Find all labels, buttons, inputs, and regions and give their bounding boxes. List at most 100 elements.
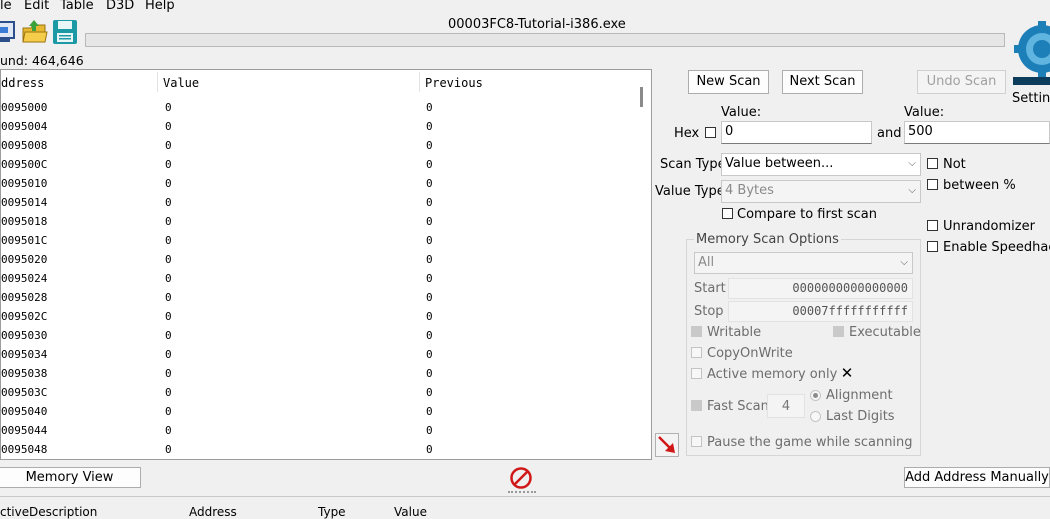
address-cell: 0095008 bbox=[1, 139, 48, 152]
table-row[interactable]: 0095008 0 0 bbox=[1, 136, 637, 155]
value-cell: 0 bbox=[165, 101, 172, 114]
value-cell: 0 bbox=[165, 443, 172, 456]
menu-file[interactable]: le bbox=[0, 0, 12, 13]
unrandomizer-checkbox[interactable] bbox=[927, 220, 938, 231]
add-address-manually-button[interactable]: Add Address Manually bbox=[904, 467, 1050, 488]
stop-address-input[interactable]: 00007fffffffffff bbox=[728, 301, 913, 322]
table-row[interactable]: 009502C 0 0 bbox=[1, 307, 637, 326]
table-row[interactable]: 0095028 0 0 bbox=[1, 288, 637, 307]
header-value[interactable]: Value bbox=[163, 76, 199, 90]
value-type-value: 4 Bytes bbox=[725, 183, 774, 198]
clear-list-icon[interactable] bbox=[509, 466, 533, 490]
undo-scan-button[interactable]: Undo Scan bbox=[917, 70, 1006, 94]
start-address-input[interactable]: 0000000000000000 bbox=[728, 278, 913, 299]
table-row[interactable]: 0095030 0 0 bbox=[1, 326, 637, 345]
fast-scan-label: Fast Scan bbox=[707, 399, 769, 414]
table-row[interactable]: 0095044 0 0 bbox=[1, 421, 637, 440]
executable-checkbox[interactable] bbox=[833, 326, 844, 337]
last-digits-radio[interactable] bbox=[810, 411, 821, 422]
table-row[interactable]: 0095048 0 0 bbox=[1, 440, 637, 459]
address-cell: 0095040 bbox=[1, 405, 48, 418]
value-cell: 0 bbox=[165, 367, 172, 380]
previous-cell: 0 bbox=[426, 329, 433, 342]
header-type[interactable]: Type bbox=[318, 505, 346, 519]
menu-edit[interactable]: Edit bbox=[24, 0, 49, 13]
table-row[interactable]: 0095018 0 0 bbox=[1, 212, 637, 231]
table-row[interactable]: 0095038 0 0 bbox=[1, 364, 637, 383]
chevron-down-icon: ⌵ bbox=[900, 257, 908, 268]
address-cell: 0095030 bbox=[1, 329, 48, 342]
copy-on-write-checkbox[interactable] bbox=[691, 347, 702, 358]
address-cell: 0095000 bbox=[1, 101, 48, 114]
menu-table[interactable]: Table bbox=[60, 0, 94, 13]
unrandomizer-label: Unrandomizer bbox=[943, 219, 1035, 234]
previous-cell: 0 bbox=[426, 196, 433, 209]
scan-results-list[interactable]: ddress Value Previous 0095000 0 0 0095004 0 0… bbox=[0, 69, 652, 460]
save-icon[interactable] bbox=[51, 18, 79, 46]
header-address[interactable]: ddress bbox=[1, 76, 44, 90]
speedhack-checkbox[interactable] bbox=[927, 241, 938, 252]
divider bbox=[0, 496, 1050, 497]
memory-view-button[interactable]: Memory View bbox=[0, 467, 141, 488]
previous-cell: 0 bbox=[426, 158, 433, 171]
previous-cell: 0 bbox=[426, 234, 433, 247]
new-scan-button[interactable]: New Scan bbox=[688, 70, 769, 94]
process-list-icon[interactable] bbox=[0, 18, 20, 46]
scan-type-select[interactable]: Value between... ⌵ bbox=[721, 153, 921, 176]
value-input-2[interactable]: 500 bbox=[904, 121, 1050, 144]
header-active[interactable]: ctive bbox=[0, 505, 29, 519]
fast-scan-checkbox[interactable] bbox=[691, 400, 702, 411]
close-icon[interactable]: ✕ bbox=[839, 365, 855, 381]
writable-label: Writable bbox=[707, 325, 762, 340]
active-memory-checkbox[interactable] bbox=[691, 368, 702, 379]
value-cell: 0 bbox=[165, 139, 172, 152]
value-cell: 0 bbox=[165, 120, 172, 133]
table-row[interactable]: 0095020 0 0 bbox=[1, 250, 637, 269]
pause-game-checkbox[interactable] bbox=[691, 436, 702, 447]
table-row[interactable]: 0095000 0 0 bbox=[1, 98, 637, 117]
header-description[interactable]: Description bbox=[29, 505, 97, 519]
value-cell: 0 bbox=[165, 310, 172, 323]
address-cell: 009501C bbox=[1, 234, 48, 247]
header-address[interactable]: Address bbox=[189, 505, 237, 519]
table-row[interactable]: 0095040 0 0 bbox=[1, 402, 637, 421]
fast-scan-value-input[interactable]: 4 bbox=[767, 394, 805, 418]
chevron-down-icon: ⌵ bbox=[908, 185, 916, 196]
table-row[interactable]: 0095004 0 0 bbox=[1, 117, 637, 136]
table-row[interactable]: 0095010 0 0 bbox=[1, 174, 637, 193]
table-row[interactable]: 009500C 0 0 bbox=[1, 155, 637, 174]
stop-label: Stop bbox=[694, 304, 724, 319]
cheat-engine-logo-icon[interactable] bbox=[1009, 15, 1050, 90]
table-row[interactable]: 0095034 0 0 bbox=[1, 345, 637, 364]
alignment-radio[interactable] bbox=[810, 390, 821, 401]
menu-help[interactable]: Help bbox=[145, 0, 175, 13]
table-row[interactable]: 0095014 0 0 bbox=[1, 193, 637, 212]
compare-first-checkbox[interactable] bbox=[722, 208, 733, 219]
value-input-1[interactable]: 0 bbox=[721, 121, 872, 144]
menu-d3d[interactable]: D3D bbox=[106, 0, 134, 13]
value-cell: 0 bbox=[165, 215, 172, 228]
header-previous[interactable]: Previous bbox=[425, 76, 483, 90]
results-scrollbar[interactable] bbox=[637, 70, 651, 459]
open-folder-icon[interactable] bbox=[21, 18, 49, 46]
memory-region-select[interactable]: All ⌵ bbox=[694, 252, 913, 274]
table-row[interactable]: 009501C 0 0 bbox=[1, 231, 637, 250]
table-row[interactable]: 009503C 0 0 bbox=[1, 383, 637, 402]
next-scan-button[interactable]: Next Scan bbox=[782, 70, 863, 94]
value-cell: 0 bbox=[165, 329, 172, 342]
previous-cell: 0 bbox=[426, 291, 433, 304]
writable-checkbox[interactable] bbox=[691, 326, 702, 337]
header-value[interactable]: Value bbox=[394, 505, 427, 519]
value-type-label: Value Type bbox=[655, 184, 725, 199]
table-row[interactable]: 0095024 0 0 bbox=[1, 269, 637, 288]
settings-label[interactable]: Setting bbox=[1012, 91, 1050, 106]
add-selected-arrow-icon[interactable] bbox=[655, 433, 679, 457]
value-cell: 0 bbox=[165, 405, 172, 418]
value-cell: 0 bbox=[165, 158, 172, 171]
not-checkbox[interactable] bbox=[927, 158, 938, 169]
last-digits-label: Last Digits bbox=[826, 409, 895, 424]
scrollbar-thumb[interactable] bbox=[640, 87, 643, 107]
value-type-select[interactable]: 4 Bytes ⌵ bbox=[721, 180, 921, 203]
hex-checkbox[interactable] bbox=[705, 127, 716, 138]
between-percent-checkbox[interactable] bbox=[927, 179, 938, 190]
